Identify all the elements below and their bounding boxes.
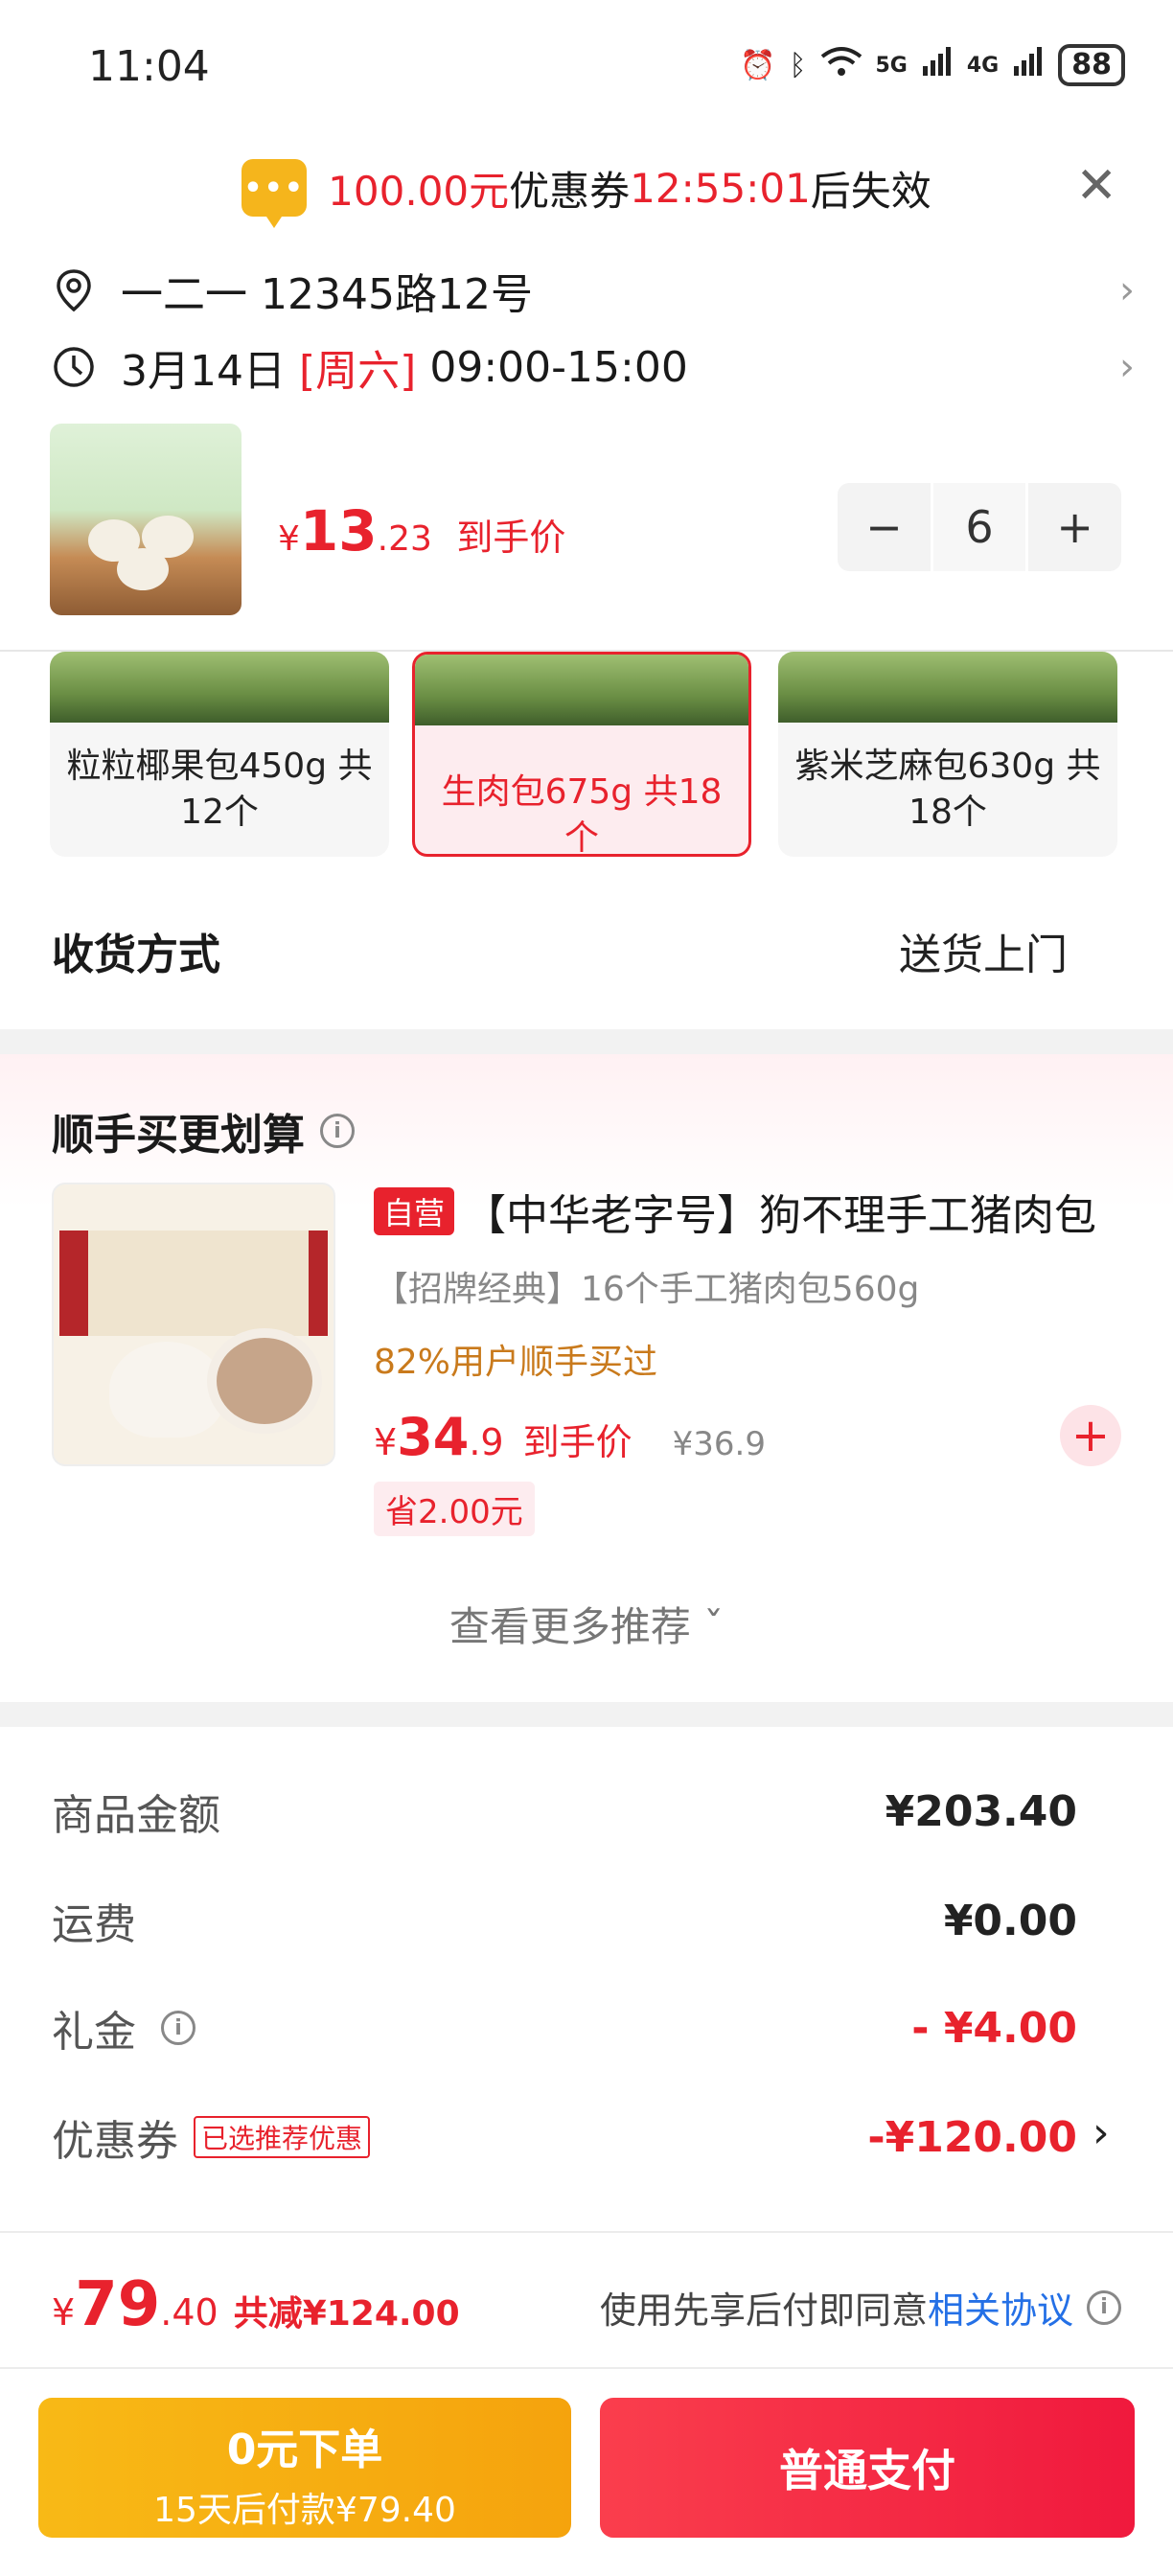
coupon-text: 优惠券 <box>509 167 631 215</box>
variant-label: 生肉包675g 共18个 <box>441 772 723 857</box>
chevron-right-icon: › <box>1119 345 1135 389</box>
location-pin-icon <box>57 269 91 312</box>
status-icons: ⏰ ᛒ 5G 4G 88 <box>740 44 1125 86</box>
save-badge: 省2.00元 <box>374 1482 535 1536</box>
coupon-countdown: 12:55:01 <box>630 164 811 212</box>
delivery-time-range: 09:00-15:00 <box>429 342 688 392</box>
divider <box>0 2231 1173 2233</box>
recommend-price: ¥34.9 到手价 ¥36.9 <box>374 1407 766 1467</box>
quantity-stepper: − 6 + <box>838 483 1121 571</box>
product-price: ¥13.23 到手价 <box>278 498 566 564</box>
shipping-label: 运费 <box>52 1900 136 1949</box>
coupon-label: 优惠券 已选推荐优惠 <box>52 2106 371 2168</box>
original-price: ¥36.9 <box>672 1425 766 1463</box>
pay-later-sublabel: 15天后付款¥79.40 <box>153 2491 456 2530</box>
recommended-coupon-badge: 已选推荐优惠 <box>194 2116 371 2158</box>
total-discount: 共减¥124.00 <box>233 2294 460 2334</box>
variant-image <box>415 655 748 725</box>
bluetooth-icon: ᛒ <box>789 48 807 82</box>
signal-4g-label: 4G <box>966 53 1000 78</box>
signal-5g-label: 5G <box>875 53 908 78</box>
close-icon[interactable]: ✕ <box>1075 161 1117 211</box>
goods-amount-row: 商品金额 ¥203.40 <box>52 1781 1077 1842</box>
goods-amount-label: 商品金额 <box>52 1791 220 1840</box>
coupon-value: -¥120.00 <box>867 2112 1077 2162</box>
section-separator <box>0 1029 1173 1054</box>
delivery-method-row[interactable]: 收货方式 送货上门 <box>52 920 1068 981</box>
status-time: 11:04 <box>88 42 210 91</box>
alarm-icon: ⏰ <box>740 48 776 82</box>
gift-label: 礼金 i <box>52 1997 196 2058</box>
delivery-time-row[interactable]: 3月14日 [周六] 09:00-15:00 › <box>52 334 1135 401</box>
delivery-date: 3月14日 <box>121 347 286 396</box>
chevron-right-icon: › <box>1119 268 1135 312</box>
variant-option[interactable]: 粒粒椰果包450g 共12个 <box>50 652 389 857</box>
product-thumbnail <box>50 424 242 615</box>
recommend-title-text: 顺手买更划算 <box>52 1111 305 1160</box>
gift-value: - ¥4.00 <box>911 2003 1077 2053</box>
add-to-order-button[interactable]: + <box>1060 1405 1121 1466</box>
quantity-value[interactable]: 6 <box>930 483 1029 571</box>
coupon-suffix: 后失效 <box>810 167 932 215</box>
signal-bars-icon <box>1012 45 1045 85</box>
order-total: ¥79.40 共减¥124.00 <box>52 2269 460 2340</box>
info-icon[interactable]: i <box>161 2011 196 2045</box>
section-separator <box>0 1702 1173 1727</box>
gift-row: 礼金 i - ¥4.00 <box>52 1997 1077 2058</box>
wifi-icon <box>820 45 862 85</box>
signal-bars-icon <box>921 45 954 85</box>
recommend-product-image[interactable] <box>52 1183 335 1466</box>
pay-later-button[interactable]: 0元下单 15天后付款¥79.40 <box>38 2398 571 2538</box>
info-icon[interactable]: i <box>1087 2289 1121 2325</box>
delivery-weekday: [周六] <box>298 347 417 396</box>
variant-image <box>778 652 1117 723</box>
recommend-name-text: 【中华老字号】狗不理手工猪肉包 <box>464 1191 1097 1240</box>
delivery-method-value: 送货上门 <box>899 931 1068 979</box>
variant-label: 粒粒椰果包450g 共12个 <box>66 747 373 832</box>
shipping-value: ¥0.00 <box>943 1896 1077 1945</box>
divider <box>0 2367 1173 2369</box>
recommend-subtitle: 【招牌经典】16个手工猪肉包560g <box>374 1270 920 1309</box>
agreement-text: 使用先享后付即同意 相关协议 i <box>600 2281 1121 2334</box>
clock-icon <box>54 347 94 387</box>
delivery-method-title: 收货方式 <box>52 931 220 979</box>
variant-option-selected[interactable]: 生肉包675g 共18个 <box>412 652 751 857</box>
coupon-row[interactable]: 优惠券 已选推荐优惠 -¥120.00 <box>52 2106 1077 2168</box>
recommend-title: 顺手买更划算 i <box>52 1100 355 1162</box>
info-icon[interactable]: i <box>320 1114 355 1148</box>
self-operated-tag: 自营 <box>374 1187 455 1235</box>
variant-image <box>50 652 389 723</box>
variant-option[interactable]: 紫米芝麻包630g 共18个 <box>778 652 1117 857</box>
recommend-product-name[interactable]: 自营 【中华老字号】狗不理手工猪肉包 <box>374 1181 1096 1242</box>
chat-bubble-icon: ••• <box>242 159 308 228</box>
normal-pay-button[interactable]: 普通支付 <box>600 2398 1135 2538</box>
address-text: 一二一 12345路12号 <box>121 270 533 319</box>
variant-label: 紫米芝麻包630g 共18个 <box>794 747 1101 832</box>
goods-amount-value: ¥203.40 <box>885 1786 1077 1836</box>
shipping-row: 运费 ¥0.00 <box>52 1890 1077 1951</box>
chevron-right-icon[interactable]: › <box>1092 2108 1110 2157</box>
more-recommendations-link[interactable]: 查看更多推荐 ˇ <box>0 1595 1173 1653</box>
coupon-amount: 100.00元 <box>328 167 510 215</box>
battery-indicator: 88 <box>1058 44 1125 86</box>
decrease-button[interactable]: − <box>838 483 931 571</box>
pay-later-label: 0元下单 <box>226 2426 383 2474</box>
coupon-expiry-banner: ••• 100.00元 优惠券 12:55:01 后失效 <box>0 153 1173 228</box>
increase-button[interactable]: + <box>1028 483 1121 571</box>
address-row[interactable]: 一二一 12345路12号 › <box>52 257 1135 324</box>
recommend-bought-stat: 82%用户顺手买过 <box>374 1343 658 1382</box>
agreement-link[interactable]: 相关协议 <box>928 2281 1073 2334</box>
